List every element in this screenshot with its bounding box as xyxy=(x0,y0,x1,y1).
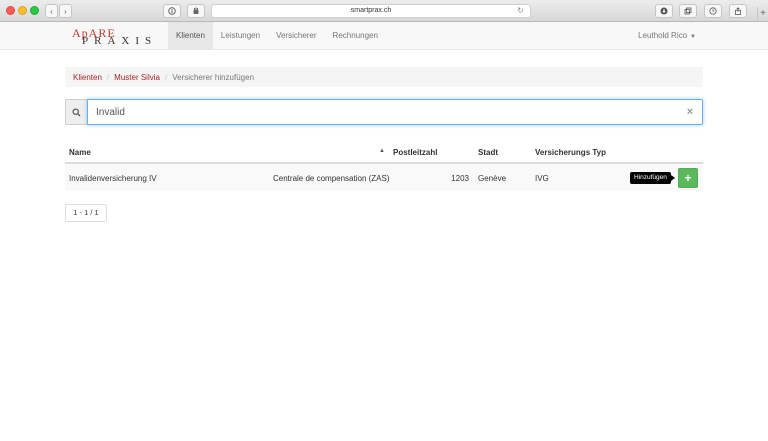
info-icon xyxy=(168,7,176,15)
downloads-button[interactable] xyxy=(655,4,673,18)
cell-typ: IVG xyxy=(535,174,549,183)
share-button[interactable] xyxy=(729,4,747,18)
app-navbar: ApARE PRAXIS Klienten Leistungen Versich… xyxy=(0,22,768,50)
cell-name: Invalidenversicherung IV xyxy=(69,174,157,183)
add-insurer-button[interactable]: + xyxy=(678,168,698,188)
history-button[interactable] xyxy=(704,4,722,18)
brand-logo[interactable]: ApARE PRAXIS xyxy=(72,26,162,48)
nav-item-leistungen[interactable]: Leistungen xyxy=(213,22,268,50)
chevron-left-icon: ‹ xyxy=(50,6,53,16)
column-header-postleitzahl[interactable]: Postleitzahl xyxy=(393,148,437,157)
column-header-versicherungs-typ[interactable]: Versicherungs Typ xyxy=(535,148,606,157)
plus-icon: + xyxy=(760,8,766,19)
back-button[interactable]: ‹ xyxy=(45,4,58,18)
nav-item-versicherer[interactable]: Versicherer xyxy=(268,22,324,50)
breadcrumb-separator: / xyxy=(106,72,110,82)
add-tooltip: Hinzufügen xyxy=(630,172,675,184)
minimize-window-button[interactable] xyxy=(18,6,27,15)
main-nav: Klienten Leistungen Versicherer Rechnung… xyxy=(168,22,386,50)
hand-icon xyxy=(193,7,199,14)
breadcrumb-link-klienten[interactable]: Klienten xyxy=(73,73,102,82)
download-icon xyxy=(660,7,668,15)
new-tab-button[interactable]: + xyxy=(757,7,768,21)
tabs-icon xyxy=(684,7,692,15)
cell-stadt: Genève xyxy=(478,174,507,183)
address-bar[interactable]: smartprax.ch ↻ xyxy=(211,4,531,18)
clock-icon xyxy=(709,7,717,15)
nav-item-klienten[interactable]: Klienten xyxy=(168,22,213,50)
user-name: Leuthold Rico xyxy=(638,31,688,40)
brand-logo-bottom: PRAXIS xyxy=(82,35,158,47)
search-icon xyxy=(72,108,81,116)
table-row: Invalidenversicherung IV Centrale de com… xyxy=(65,165,703,191)
table-header: Name ▲ Postleitzahl Stadt Versicherungs … xyxy=(65,143,703,164)
pagination-info[interactable]: 1 - 1 / 1 xyxy=(65,204,107,222)
sort-ascending-icon[interactable]: ▲ xyxy=(379,148,385,154)
maximize-window-button[interactable] xyxy=(30,6,39,15)
address-url: smartprax.ch xyxy=(350,7,392,14)
share-icon xyxy=(735,7,741,15)
extension-button[interactable] xyxy=(187,4,205,18)
breadcrumb-link-client[interactable]: Muster Silvia xyxy=(114,73,160,82)
search-input[interactable] xyxy=(87,99,703,125)
user-menu[interactable]: Leuthold Rico ▼ xyxy=(638,22,696,50)
privacy-report-button[interactable] xyxy=(163,4,181,18)
browser-toolbar: ‹ › smartprax.ch ↻ + xyxy=(0,0,768,22)
reload-icon[interactable]: ↻ xyxy=(517,5,524,17)
breadcrumb: Klienten / Muster Silvia / Versicherer h… xyxy=(65,67,703,87)
cell-postleitzahl: 1203 xyxy=(451,174,469,183)
close-window-button[interactable] xyxy=(6,6,15,15)
column-header-name[interactable]: Name xyxy=(69,148,91,157)
forward-button[interactable]: › xyxy=(59,4,72,18)
tabs-overview-button[interactable] xyxy=(679,4,697,18)
chevron-right-icon: › xyxy=(64,6,67,16)
cell-institution: Centrale de compensation (ZAS) xyxy=(273,174,390,183)
clear-search-icon[interactable]: × xyxy=(684,105,696,119)
breadcrumb-separator: / xyxy=(164,72,168,82)
column-header-stadt[interactable]: Stadt xyxy=(478,148,498,157)
search-addon xyxy=(65,99,87,125)
plus-icon: + xyxy=(684,171,692,185)
nav-item-rechnungen[interactable]: Rechnungen xyxy=(325,22,386,50)
caret-down-icon: ▼ xyxy=(690,34,696,40)
breadcrumb-current: Versicherer hinzufügen xyxy=(172,72,255,82)
